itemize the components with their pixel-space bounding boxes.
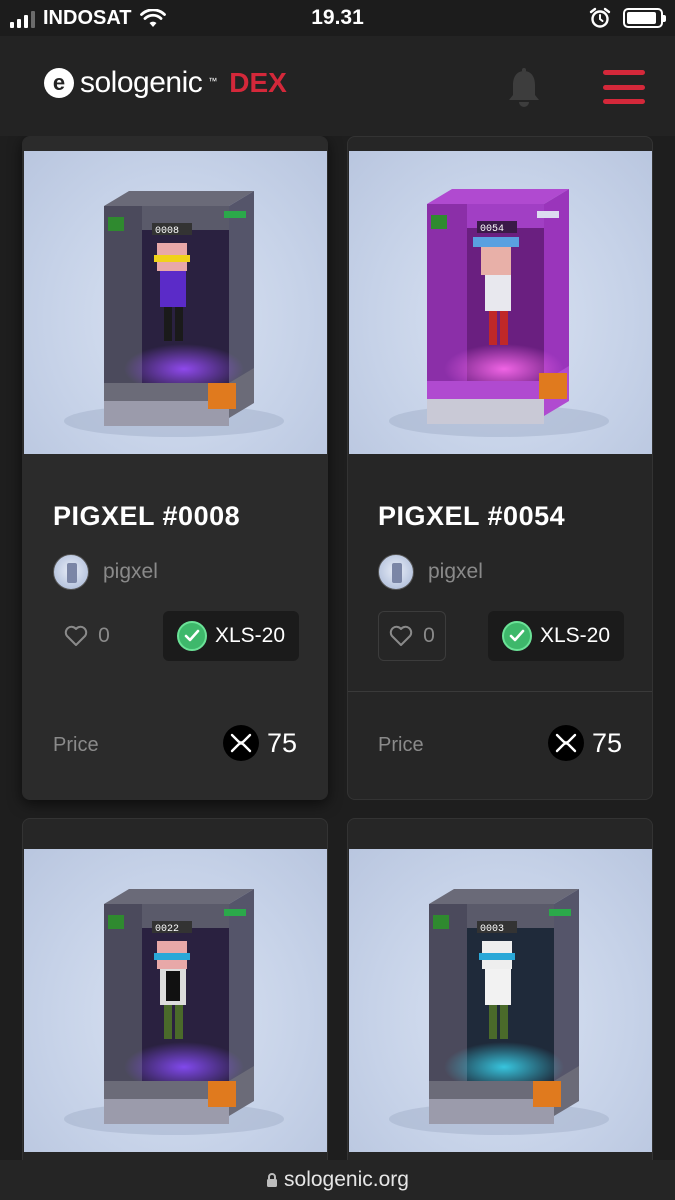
like-count: 0 <box>423 624 435 647</box>
like-count: 0 <box>98 624 110 647</box>
price-label: Price <box>53 734 99 756</box>
number-plate: 0022 <box>155 924 179 935</box>
xls-label: XLS-20 <box>214 624 286 647</box>
battery-icon <box>623 8 666 28</box>
nft-image[interactable]: 0054 <box>349 151 652 454</box>
nft-card[interactable]: 0003 <box>347 818 653 1160</box>
xls-20-badge: XLS-20 <box>488 611 624 661</box>
price-label: Price <box>378 734 424 756</box>
nft-grid: 0008 PIGXEL #0008 pigxel 0 XLS-20 Price … <box>0 136 675 1160</box>
nft-card[interactable]: 0008 PIGXEL #0008 pigxel 0 XLS-20 Price … <box>22 136 328 800</box>
clock-time: 19.31 <box>311 6 364 29</box>
logo-trademark: ™ <box>208 76 218 86</box>
lock-icon <box>267 1173 278 1187</box>
nft-image[interactable]: 0003 <box>349 849 652 1152</box>
logo-text: sologenic <box>80 66 203 99</box>
price-amount: 75 <box>591 727 622 758</box>
xrp-icon <box>547 725 584 761</box>
nft-card[interactable]: 0054 PIGXEL #0054 pigxel 0 XLS-20 Price … <box>347 136 653 800</box>
pigxel-figure-image: 0008 <box>64 191 284 437</box>
like-button[interactable]: 0 <box>378 611 446 661</box>
like-button[interactable]: 0 <box>53 611 121 661</box>
number-plate: 0054 <box>480 224 504 235</box>
nft-title[interactable]: PIGXEL #0054 <box>378 501 565 532</box>
logo-mark-icon: e <box>44 68 74 98</box>
creator-name: pigxel <box>428 560 483 583</box>
price-amount: 75 <box>266 727 297 758</box>
logo-dex: DEX <box>229 67 287 98</box>
hamburger-menu-icon[interactable] <box>603 70 645 104</box>
creator-row[interactable]: pigxel <box>53 554 158 590</box>
avatar <box>53 554 89 590</box>
status-bar: INDOSAT 19.31 <box>0 0 675 36</box>
heart-icon <box>389 625 413 646</box>
creator-row[interactable]: pigxel <box>378 554 483 590</box>
nft-title[interactable]: PIGXEL #0008 <box>53 501 240 532</box>
checkmark-icon <box>501 621 532 651</box>
status-right <box>589 7 666 29</box>
nft-image[interactable]: 0022 <box>24 849 327 1152</box>
xls-20-badge: XLS-20 <box>163 611 299 661</box>
price-value: 75 <box>222 725 297 761</box>
xrp-icon <box>222 725 259 761</box>
pigxel-figure-image: 0022 <box>64 889 284 1135</box>
nft-card[interactable]: 0022 <box>22 818 328 1160</box>
browser-url-bar[interactable]: sologenic.org <box>0 1160 675 1200</box>
pigxel-figure-image: 0054 <box>389 189 609 437</box>
url-text: sologenic.org <box>284 1168 409 1191</box>
alarm-icon <box>589 7 611 28</box>
xls-label: XLS-20 <box>539 624 611 647</box>
nft-image[interactable]: 0008 <box>24 151 327 454</box>
number-plate: 0008 <box>155 226 179 237</box>
number-plate: 0003 <box>480 924 504 935</box>
bell-icon[interactable] <box>506 68 542 108</box>
divider <box>348 691 652 692</box>
avatar <box>378 554 414 590</box>
creator-name: pigxel <box>103 560 158 583</box>
app-header: e sologenic ™ DEX <box>0 36 675 136</box>
sologenic-dex-logo[interactable]: e sologenic ™ DEX <box>44 66 287 100</box>
heart-icon <box>64 625 88 646</box>
price-value: 75 <box>547 725 622 761</box>
checkmark-icon <box>176 621 207 651</box>
pigxel-figure-image: 0003 <box>389 889 609 1135</box>
